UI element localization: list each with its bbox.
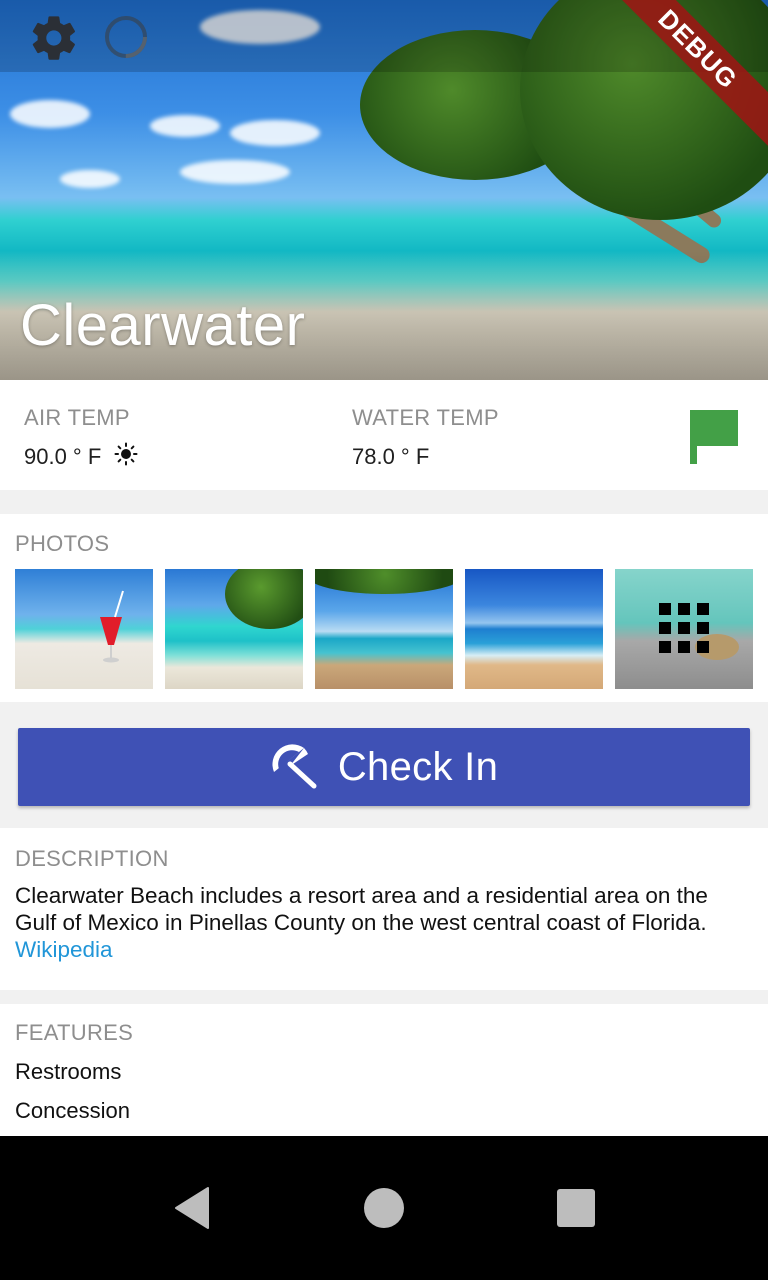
description-text: Clearwater Beach includes a resort area … (15, 882, 755, 963)
water-temp-value: 78.0 ° F (352, 444, 430, 469)
home-icon[interactable] (364, 1188, 404, 1228)
features-label: FEATURES (15, 1020, 134, 1045)
check-in-button[interactable]: Check In (18, 728, 750, 806)
waves-photo[interactable] (465, 569, 603, 689)
feature-item-concession: Concession (15, 1098, 130, 1123)
cloud (10, 100, 90, 128)
leaves (315, 569, 453, 594)
feature-item-restrooms: Restrooms (15, 1059, 122, 1084)
settings-gear-icon[interactable] (28, 12, 80, 64)
hero-image: DEBUG Clearwater (0, 0, 768, 380)
palm-foliage (225, 569, 303, 629)
cloud (60, 170, 120, 188)
photos-label: PHOTOS (15, 531, 110, 556)
beach-title: Clearwater (20, 293, 306, 358)
description-body: Clearwater Beach includes a resort area … (15, 883, 708, 935)
recent-apps-icon[interactable] (557, 1189, 595, 1227)
cloud (230, 120, 320, 146)
air-temp-value: 90.0 ° F (24, 444, 102, 469)
water-temp-label: WATER TEMP (352, 405, 499, 430)
check-in-label: Check In (337, 744, 499, 789)
flag-icon[interactable] (688, 408, 742, 466)
grid-icon[interactable] (659, 603, 709, 653)
air-temp-label: AIR TEMP (24, 405, 130, 430)
beach-drink-photo[interactable] (15, 569, 153, 689)
shoreline-photo[interactable] (315, 569, 453, 689)
cocktail-glass (100, 590, 124, 663)
cloud (180, 160, 290, 184)
wikipedia-link[interactable]: Wikipedia (15, 937, 113, 962)
sun-icon (114, 442, 138, 466)
loading-spinner-icon (105, 16, 147, 58)
description-label: DESCRIPTION (15, 846, 169, 871)
palm-beach-photo[interactable] (165, 569, 303, 689)
back-icon[interactable] (172, 1186, 212, 1230)
beach-umbrella-icon (272, 744, 317, 789)
conditions-card (0, 380, 768, 490)
cloud (150, 115, 220, 137)
